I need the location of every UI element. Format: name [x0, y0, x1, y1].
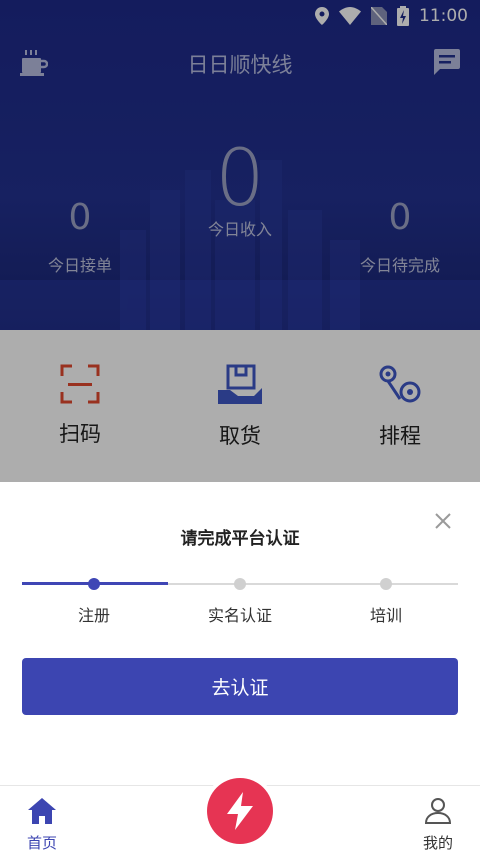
- nav-home[interactable]: 首页: [2, 798, 82, 853]
- action-label: 排程: [379, 424, 421, 448]
- stat-today-income: 今日收入: [160, 200, 320, 240]
- stat-today-pending: 0 今日待完成: [320, 200, 480, 276]
- quick-actions: 扫码 取货 排程: [0, 330, 480, 482]
- battery-charging-icon: [397, 6, 409, 26]
- step-label-register: 注册: [77, 606, 110, 625]
- stat-label: 今日待完成: [359, 256, 440, 275]
- bottom-navigation: 首页 我的: [0, 778, 480, 853]
- scan-icon: [60, 364, 100, 404]
- pickup-icon: [218, 364, 262, 404]
- sheet-title: 请完成平台认证: [180, 529, 300, 549]
- stat-value: 0: [388, 197, 412, 238]
- action-schedule[interactable]: 排程: [320, 330, 480, 482]
- step-dot-register: [88, 578, 100, 590]
- page-title: 日日顺快线: [187, 53, 293, 77]
- quick-dispatch-button[interactable]: [207, 778, 273, 844]
- lightning-icon: [227, 792, 253, 830]
- home-icon: [28, 798, 56, 824]
- nav-label: 我的: [422, 834, 453, 852]
- status-time: 11:00: [419, 6, 468, 26]
- go-certify-button[interactable]: 去认证: [22, 658, 458, 715]
- nav-label: 首页: [26, 834, 57, 852]
- action-scan[interactable]: 扫码: [0, 330, 160, 482]
- app-header: 日日顺快线: [0, 44, 480, 84]
- location-icon: [315, 7, 329, 25]
- status-bar: 11:00: [0, 0, 480, 32]
- step-label-training: 培训: [369, 606, 402, 625]
- step-label-real-name: 实名认证: [207, 606, 272, 625]
- user-icon: [425, 798, 451, 824]
- nav-mine[interactable]: 我的: [398, 798, 478, 853]
- coffee-icon[interactable]: [20, 50, 49, 80]
- hero-banner: 11:00 日日顺快线 0 0 今日接单 今日收入 0 今日待完成: [0, 0, 480, 330]
- schedule-route-icon: [379, 365, 421, 403]
- stat-today-orders: 0 今日接单: [0, 200, 160, 276]
- stat-value: 0: [68, 197, 92, 238]
- step-dot-real-name: [234, 578, 246, 590]
- no-sim-icon: [371, 7, 387, 25]
- action-pickup[interactable]: 取货: [160, 330, 320, 482]
- message-icon[interactable]: [434, 49, 460, 79]
- stat-label: 今日接单: [47, 256, 112, 275]
- certification-sheet: 请完成平台认证 注册 实名认证 培训 去认证: [0, 482, 480, 785]
- action-label: 扫码: [59, 422, 101, 446]
- stat-label: 今日收入: [207, 220, 272, 239]
- action-label: 取货: [219, 424, 261, 448]
- wifi-icon: [339, 7, 361, 25]
- step-dot-training: [380, 578, 392, 590]
